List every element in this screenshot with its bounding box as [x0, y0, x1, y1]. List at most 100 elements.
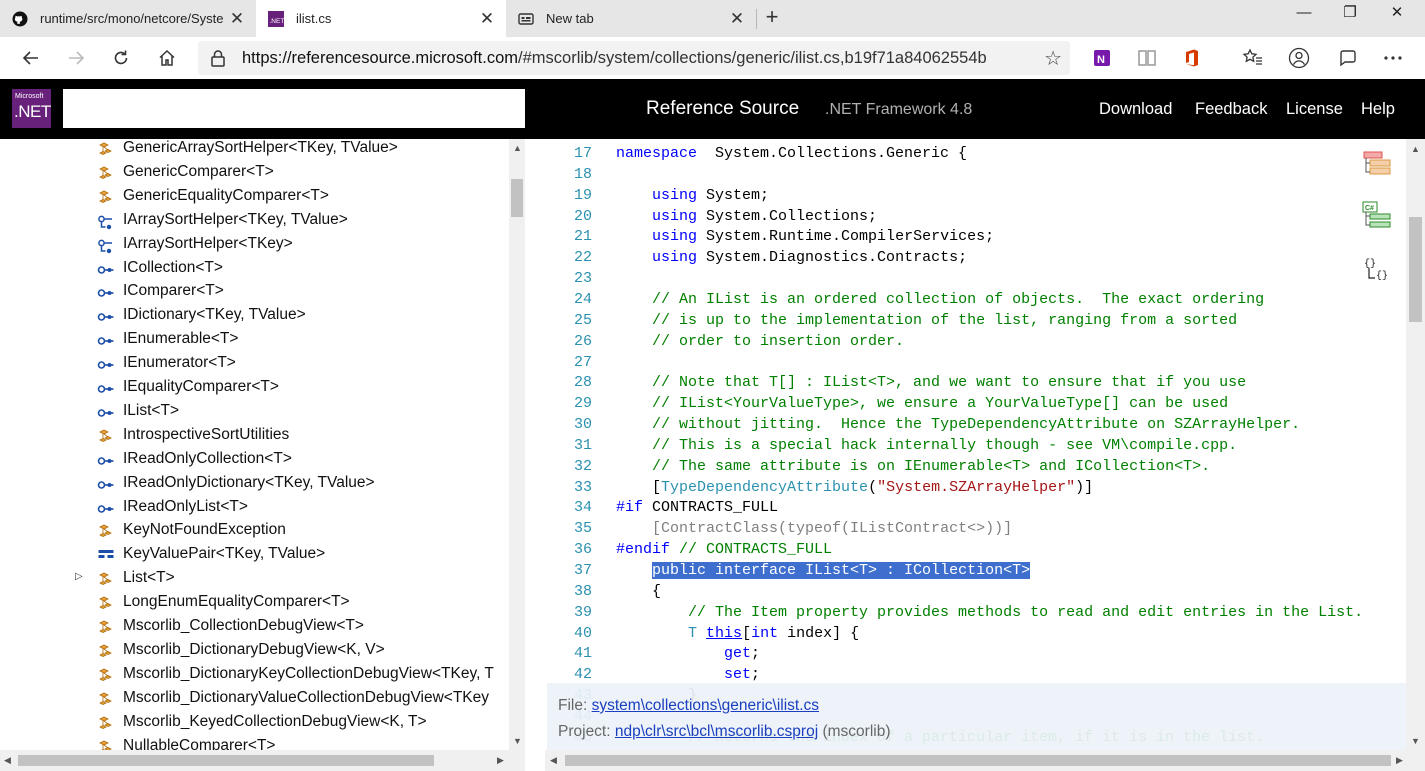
code-token[interactable]: T	[688, 625, 697, 642]
line-number[interactable]: 22	[545, 247, 592, 268]
close-icon[interactable]: ✕	[226, 9, 248, 29]
tree-item[interactable]: IArraySortHelper<TKey>	[0, 234, 512, 258]
line-number[interactable]: 30	[545, 414, 592, 435]
file-path-link[interactable]: system\collections\generic\ilist.cs	[592, 697, 819, 714]
scrollbar-thumb[interactable]	[18, 755, 434, 766]
site-title[interactable]: Reference Source	[646, 98, 799, 120]
tree-item[interactable]: KeyNotFoundException	[0, 520, 512, 544]
code-link[interactable]: this	[706, 625, 742, 642]
line-number[interactable]: 27	[545, 352, 592, 373]
scroll-left-arrow-icon[interactable]: ◀	[550, 755, 557, 766]
line-number[interactable]: 17	[545, 143, 592, 164]
code-token[interactable]: TypeDependencyAttribute	[661, 479, 868, 496]
tree-item[interactable]: ▷ List<T>	[0, 568, 512, 592]
namespace-icon[interactable]: {}{}	[1364, 256, 1394, 287]
search-input[interactable]	[63, 89, 525, 128]
tree-item[interactable]: IComparer<T>	[0, 281, 512, 305]
line-number[interactable]: 24	[545, 289, 592, 310]
line-number[interactable]: 18	[545, 164, 592, 185]
minimize-button[interactable]: —	[1281, 0, 1327, 30]
tree-item[interactable]: IReadOnlyDictionary<TKey, TValue>	[0, 473, 512, 497]
download-link[interactable]: Download	[1099, 100, 1172, 119]
close-window-button[interactable]: ✕	[1374, 0, 1420, 30]
new-tab-button[interactable]: +	[760, 6, 784, 30]
tree-item[interactable]: Mscorlib_DictionaryValueCollectionDebugV…	[0, 688, 512, 712]
csharp-project-icon[interactable]: C#	[1362, 201, 1394, 238]
tab-github[interactable]: runtime/src/mono/netcore/Syste ✕	[0, 0, 256, 37]
tree-item[interactable]: GenericEqualityComparer<T>	[0, 186, 512, 210]
line-number[interactable]: 26	[545, 331, 592, 352]
tree-item[interactable]: Mscorlib_CollectionDebugView<T>	[0, 616, 512, 640]
line-number[interactable]: 32	[545, 456, 592, 477]
close-icon[interactable]: ✕	[726, 9, 748, 29]
selected-code[interactable]: public interface IList<T> : ICollection<…	[652, 562, 1031, 579]
address-bar[interactable]: https://referencesource.microsoft.com/#m…	[198, 41, 1070, 75]
tree-item[interactable]: IEnumerator<T>	[0, 353, 512, 377]
tree-item[interactable]: Mscorlib_DictionaryDebugView<K, V>	[0, 640, 512, 664]
scrollbar-thumb[interactable]	[1409, 217, 1422, 322]
document-outline-icon[interactable]	[1362, 151, 1394, 186]
scrollbar-thumb[interactable]	[511, 179, 523, 217]
favorite-star-icon[interactable]: ☆	[1044, 46, 1062, 71]
line-number[interactable]: 29	[545, 393, 592, 414]
tree-item[interactable]: IReadOnlyCollection<T>	[0, 449, 512, 473]
favorites-icon[interactable]	[1240, 45, 1266, 71]
line-number[interactable]: 41	[545, 643, 592, 664]
line-number[interactable]: 37	[545, 560, 592, 581]
onenote-icon[interactable]: N	[1089, 45, 1115, 71]
code-horizontal-scrollbar[interactable]: ◀ ▶	[545, 750, 1425, 771]
tree-item[interactable]: IDictionary<TKey, TValue>	[0, 305, 512, 329]
tree-item[interactable]: IntrospectiveSortUtilities	[0, 425, 512, 449]
line-number[interactable]: 21	[545, 226, 592, 247]
help-link[interactable]: Help	[1361, 100, 1395, 119]
profile-icon[interactable]	[1286, 45, 1312, 71]
refresh-button[interactable]	[106, 43, 136, 73]
line-number[interactable]: 39	[545, 602, 592, 623]
reading-view-icon[interactable]	[1134, 45, 1160, 71]
forward-button[interactable]	[61, 43, 91, 73]
tree-item[interactable]: ICollection<T>	[0, 258, 512, 282]
tree-item[interactable]: GenericComparer<T>	[0, 162, 512, 186]
project-path-link[interactable]: ndp\clr\src\bcl\mscorlib.csproj	[615, 723, 818, 740]
line-number[interactable]: 40	[545, 623, 592, 644]
feedback-link[interactable]: Feedback	[1195, 100, 1267, 119]
dotnet-logo[interactable]: Microsoft .NET	[12, 89, 51, 128]
home-button[interactable]	[152, 43, 182, 73]
tree-item[interactable]: IList<T>	[0, 401, 512, 425]
tree-item[interactable]: KeyValuePair<TKey, TValue>	[0, 544, 512, 568]
scroll-up-arrow-icon[interactable]: ▲	[1411, 144, 1420, 154]
scroll-up-arrow-icon[interactable]: ▲	[513, 143, 522, 153]
scroll-down-arrow-icon[interactable]: ▼	[1411, 736, 1420, 746]
line-number[interactable]: 25	[545, 310, 592, 331]
scroll-right-arrow-icon[interactable]: ▶	[1396, 755, 1403, 766]
tree-item[interactable]: IArraySortHelper<TKey, TValue>	[0, 210, 512, 234]
restore-button[interactable]: ❐	[1327, 0, 1373, 30]
tree-item[interactable]: Mscorlib_DictionaryKeyCollectionDebugVie…	[0, 664, 512, 688]
scroll-right-arrow-icon[interactable]: ▶	[497, 755, 504, 766]
expand-arrow-icon[interactable]: ▷	[75, 571, 83, 582]
tree-item[interactable]: GenericArraySortHelper<TKey, TValue>	[0, 139, 512, 162]
line-number[interactable]: 35	[545, 518, 592, 539]
line-number[interactable]: 34	[545, 497, 592, 518]
tree-item[interactable]: IEnumerable<T>	[0, 329, 512, 353]
license-link[interactable]: License	[1286, 100, 1343, 119]
more-menu-icon[interactable]	[1380, 45, 1406, 71]
tree-item[interactable]: Mscorlib_KeyedCollectionDebugView<K, T>	[0, 712, 512, 736]
line-number[interactable]: 33	[545, 477, 592, 498]
tree-item[interactable]: LongEnumEqualityComparer<T>	[0, 592, 512, 616]
line-number[interactable]: 23	[545, 268, 592, 289]
line-number[interactable]: 28	[545, 372, 592, 393]
code-vertical-scrollbar[interactable]: ▲ ▼	[1406, 139, 1425, 750]
back-button[interactable]	[16, 43, 46, 73]
tree-item[interactable]: IReadOnlyList<T>	[0, 497, 512, 521]
tree-horizontal-scrollbar[interactable]: ◀ ▶	[0, 750, 525, 771]
feedback-icon[interactable]	[1335, 45, 1361, 71]
scrollbar-thumb[interactable]	[565, 755, 1391, 766]
tree-item[interactable]: IEqualityComparer<T>	[0, 377, 512, 401]
office-icon[interactable]	[1179, 45, 1205, 71]
tree-vertical-scrollbar[interactable]: ▲ ▼	[509, 139, 525, 750]
tab-ilist[interactable]: .NET ilist.cs ✕	[256, 0, 506, 37]
line-number[interactable]: 19	[545, 185, 592, 206]
line-number[interactable]: 20	[545, 206, 592, 227]
line-number[interactable]: 31	[545, 435, 592, 456]
